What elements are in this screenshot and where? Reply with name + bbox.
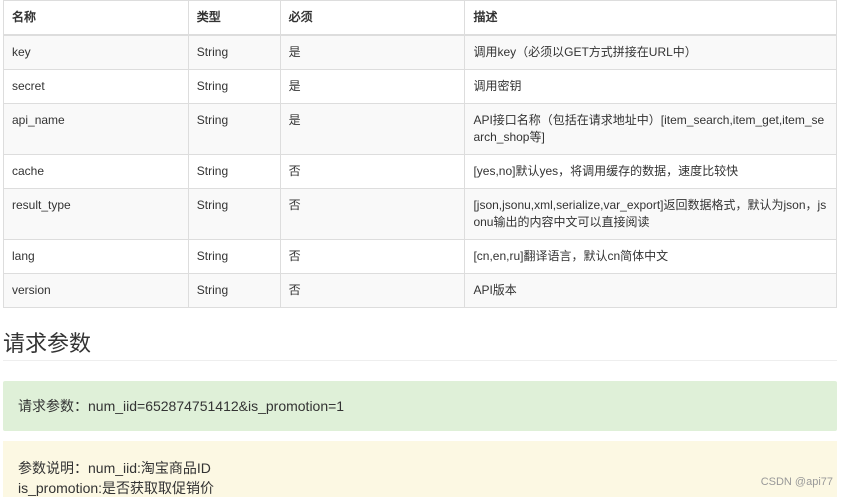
section-title: 请求参数 — [3, 330, 837, 361]
cell-description: API版本 — [464, 273, 837, 308]
cell-description: API接口名称（包括在请求地址中）[item_search,item_get,i… — [464, 103, 837, 155]
cell-required: 是 — [279, 34, 466, 70]
cell-description: [yes,no]默认yes，将调用缓存的数据，速度比较快 — [464, 154, 837, 189]
cell-name: api_name — [3, 103, 189, 155]
cell-name: result_type — [3, 188, 189, 240]
param-description-line: 参数说明：num_iid:淘宝商品ID — [18, 460, 211, 476]
param-description-line: is_promotion:是否获取取促销价 — [18, 480, 215, 496]
cell-type: String — [187, 154, 281, 189]
request-params-box: 请求参数：num_iid=652874751412&is_promotion=1 — [3, 381, 837, 431]
header-type: 类型 — [187, 0, 281, 36]
table-row: result_type String 否 [json,jsonu,xml,ser… — [3, 188, 837, 240]
cell-type: String — [187, 103, 281, 155]
cell-required: 否 — [279, 154, 466, 189]
cell-description: 调用key（必须以GET方式拼接在URL中） — [464, 34, 837, 70]
cell-name: lang — [3, 239, 189, 274]
table-row: lang String 否 [cn,en,ru]翻译语言，默认cn简体中文 — [3, 239, 837, 274]
table-row: cache String 否 [yes,no]默认yes，将调用缓存的数据，速度… — [3, 154, 837, 189]
cell-type: String — [187, 273, 281, 308]
table-row: api_name String 是 API接口名称（包括在请求地址中）[item… — [3, 103, 837, 155]
cell-name: version — [3, 273, 189, 308]
page: 名称 类型 必须 描述 key String 是 调用key（必须以GET方式拼… — [0, 0, 848, 497]
request-params-text: 请求参数：num_iid=652874751412&is_promotion=1 — [18, 398, 345, 414]
cell-name: key — [3, 34, 189, 70]
header-description: 描述 — [464, 0, 837, 36]
cell-type: String — [187, 239, 281, 274]
cell-name: cache — [3, 154, 189, 189]
cell-type: String — [187, 188, 281, 240]
cell-type: String — [187, 34, 281, 70]
watermark: CSDN @api77 — [760, 476, 833, 488]
cell-description: [json,jsonu,xml,serialize,var_export]返回数… — [464, 188, 837, 240]
cell-description: [cn,en,ru]翻译语言，默认cn简体中文 — [464, 239, 837, 274]
cell-required: 否 — [279, 239, 466, 274]
cell-required: 否 — [279, 273, 466, 308]
cell-required: 否 — [279, 188, 466, 240]
params-table: 名称 类型 必须 描述 key String 是 调用key（必须以GET方式拼… — [3, 0, 837, 308]
param-description-box: 参数说明：num_iid:淘宝商品ID is_promotion:是否获取取促销… — [3, 441, 837, 497]
cell-description: 调用密钥 — [464, 69, 837, 104]
table-row: secret String 是 调用密钥 — [3, 69, 837, 104]
cell-required: 是 — [279, 69, 466, 104]
cell-type: String — [187, 69, 281, 104]
header-required: 必须 — [279, 0, 466, 36]
table-row: key String 是 调用key（必须以GET方式拼接在URL中） — [3, 34, 837, 70]
cell-name: secret — [3, 69, 189, 104]
table-header-row: 名称 类型 必须 描述 — [3, 0, 837, 36]
cell-required: 是 — [279, 103, 466, 155]
table-row: version String 否 API版本 — [3, 273, 837, 308]
header-name: 名称 — [3, 0, 189, 36]
